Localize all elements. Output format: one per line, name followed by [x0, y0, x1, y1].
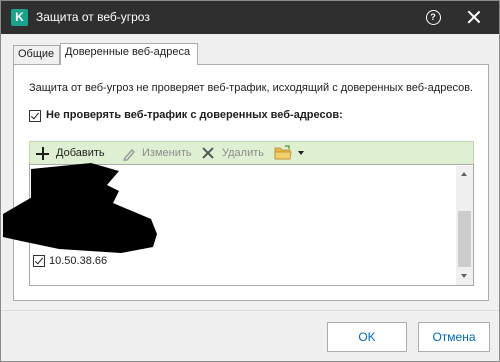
tab-trusted-addresses[interactable]: Доверенные веб-адреса — [60, 43, 198, 65]
delete-button-label: Удалить — [222, 147, 264, 159]
list-toolbar: Добавить Изменить Удалить — [29, 141, 474, 165]
pencil-icon — [122, 148, 135, 161]
add-button-label: Добавить — [56, 147, 105, 159]
cancel-button[interactable]: Отмена — [418, 322, 490, 352]
panel-description: Защита от веб-угроз не проверяет веб-тра… — [29, 82, 474, 94]
checkmark-icon — [30, 110, 40, 120]
list-item-checkbox[interactable] — [33, 255, 45, 267]
skip-trusted-checkbox[interactable] — [29, 110, 41, 122]
chevron-down-icon[interactable] — [298, 151, 304, 155]
scroll-up-arrow-icon[interactable] — [461, 172, 467, 176]
scroll-thumb[interactable] — [458, 211, 471, 267]
help-icon: ? — [430, 12, 436, 22]
help-button[interactable]: ? — [426, 10, 441, 25]
plus-icon — [36, 147, 49, 160]
trusted-address-list — [29, 165, 474, 286]
list-scrollbar[interactable] — [456, 166, 473, 285]
ok-button[interactable]: OK — [327, 322, 407, 352]
kaspersky-logo-icon: K — [11, 9, 28, 26]
tab-general[interactable]: Общие — [13, 45, 60, 64]
close-icon[interactable] — [466, 9, 482, 25]
app-logo-letter: K — [15, 10, 24, 24]
dialog-window: K Защита от веб-угроз ? Общие Доверенные… — [0, 0, 500, 362]
scroll-down-arrow-icon[interactable] — [461, 274, 467, 278]
title-bar: K Защита от веб-угроз ? — [1, 1, 499, 34]
footer-separator — [1, 310, 499, 311]
folder-import-icon[interactable] — [274, 145, 292, 160]
list-item-address: 10.50.38.66 — [49, 255, 108, 267]
checkmark-icon — [34, 255, 44, 265]
delete-x-icon — [202, 147, 214, 159]
window-title: Защита от веб-угроз — [36, 10, 150, 24]
edit-button-label: Изменить — [142, 147, 192, 159]
skip-trusted-label[interactable]: Не проверять веб-трафик с доверенных веб… — [46, 109, 343, 121]
